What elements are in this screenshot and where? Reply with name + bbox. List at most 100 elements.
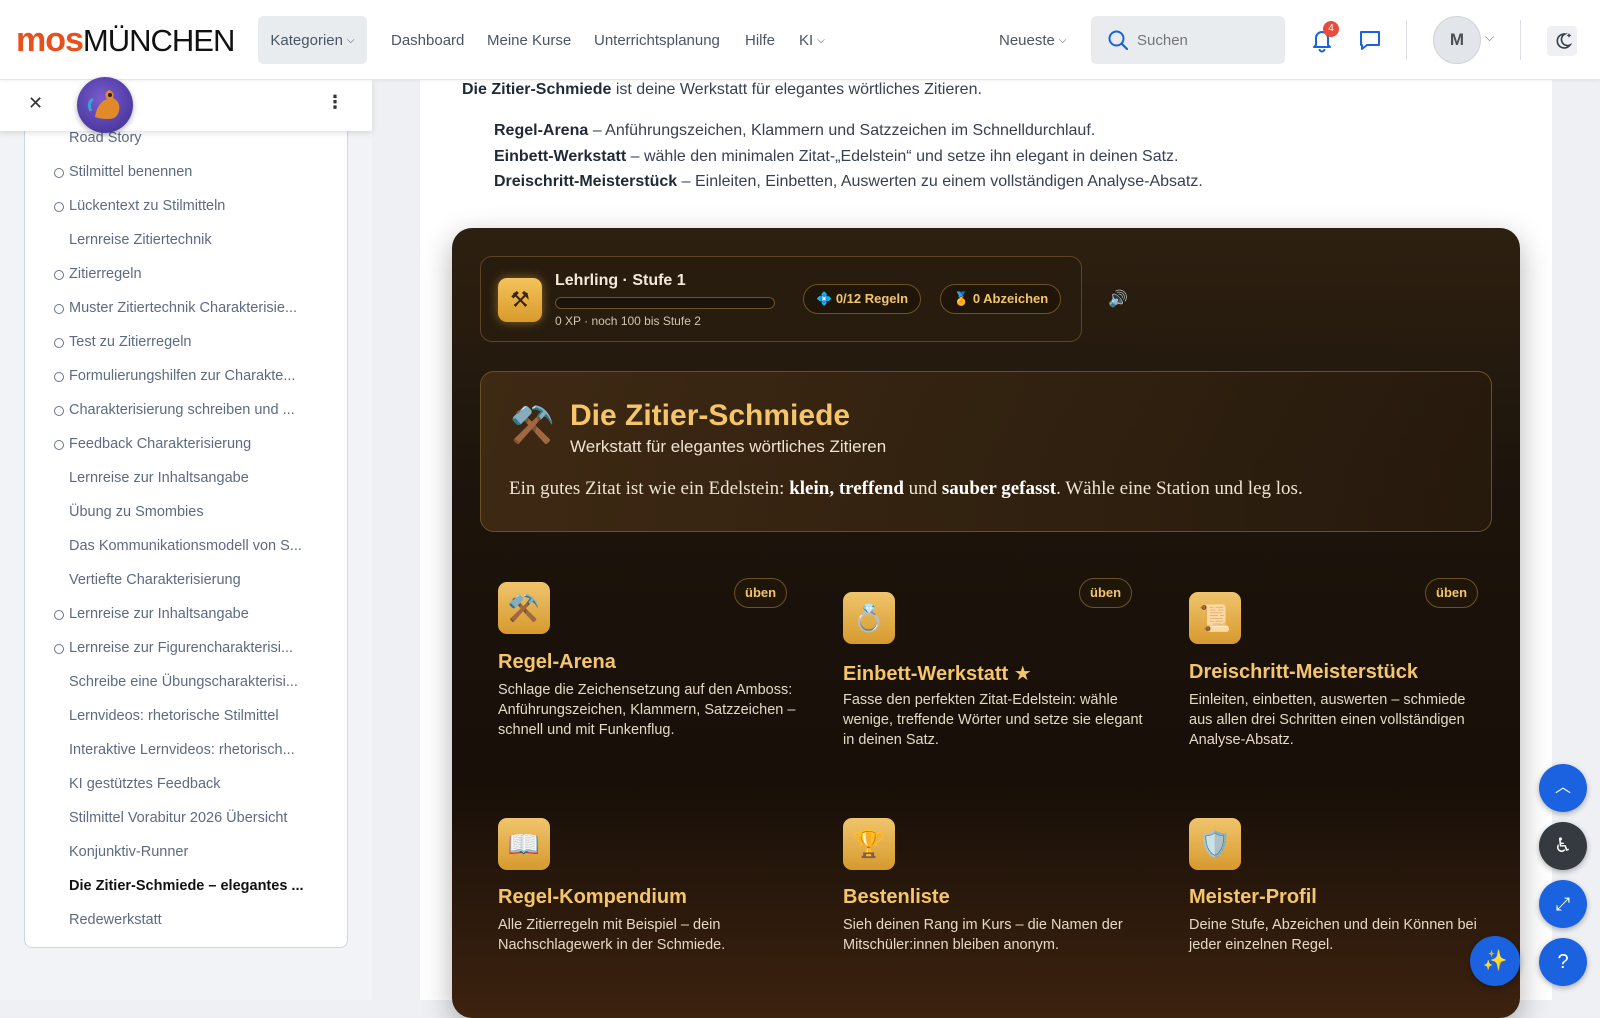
sidebar-item[interactable]: Lernvideos: rhetorische Stilmittel	[69, 708, 279, 724]
scroll-top-button[interactable]: ︿	[1539, 764, 1587, 812]
sidebar-item[interactable]: Lernreise zur Figurencharakterisi...	[69, 640, 293, 656]
hero-text-part: . Wähle eine Station und leg los.	[1056, 478, 1303, 499]
card-icon: 💍	[843, 592, 895, 644]
card-description: Einleiten, einbetten, auswerten – schmie…	[1189, 692, 1466, 748]
nav-meine-kurse-label: Meine Kurse	[487, 31, 572, 49]
sidebar-item[interactable]: Stilmittel Vorabitur 2026 Übersicht	[69, 810, 287, 826]
practice-tag[interactable]: üben	[734, 578, 788, 608]
card-description: Fasse den perfekten Zitat-Edelstein: wäh…	[843, 692, 1143, 748]
nav-unterrichtsplanung[interactable]: Unterrichtsplanung	[594, 16, 720, 64]
intro-lead-bold: Die Zitier-Schmiede	[462, 81, 612, 98]
sidebar-item[interactable]: Lernreise zur Inhaltsangabe	[69, 606, 249, 622]
card-title[interactable]: Regel-Kompendium	[498, 886, 687, 909]
card-description: Deine Stufe, Abzeichen und dein Können b…	[1189, 917, 1477, 953]
card-title[interactable]: Einbett-Werkstatt ★	[843, 661, 1032, 686]
status-circle-icon	[54, 372, 64, 382]
sidebar-item[interactable]: Charakterisierung schreiben und ...	[69, 402, 295, 418]
sidebar-item[interactable]: Die Zitier-Schmiede – elegantes ...	[69, 878, 304, 894]
accessibility-button[interactable]: ♿	[1539, 822, 1587, 870]
drawer-header: ✕ ⋮	[0, 80, 372, 131]
rules-pill: 💠 0/12 Regeln	[803, 284, 922, 314]
help-icon: ?	[1557, 951, 1569, 973]
sort-label: Neueste	[999, 31, 1055, 49]
ai-magic-button[interactable]: ✨	[1470, 936, 1520, 986]
rules-pill-label: 0/12 Regeln	[835, 291, 909, 306]
sidebar-item[interactable]: Feedback Charakterisierung	[69, 436, 251, 452]
mascot-dragon-icon	[87, 90, 120, 119]
bullet-text: – Anführungszeichen, Klammern und Satzze…	[588, 122, 1096, 139]
intro-bullet: Einbett-Werkstatt – wähle den minimalen …	[494, 148, 1179, 166]
status-circle-icon	[54, 202, 64, 212]
mascot-avatar-icon[interactable]	[77, 77, 133, 133]
practice-tag[interactable]: üben	[1425, 578, 1479, 608]
card-title[interactable]: Regel-Arena	[498, 651, 616, 674]
fullscreen-button[interactable]: ⤢	[1539, 880, 1587, 928]
sidebar-item[interactable]: Lernreise Zitiertechnik	[69, 232, 212, 248]
sidebar-item[interactable]: Übung zu Smombies	[69, 504, 204, 520]
hammer-pick-icon: ⚒️	[510, 404, 555, 445]
sidebar-item[interactable]: Lernreise zur Inhaltsangabe	[69, 470, 249, 486]
card-title[interactable]: Bestenliste	[843, 886, 950, 909]
nav-hilfe[interactable]: Hilfe	[745, 16, 775, 64]
sidebar-item[interactable]: Vertiefte Charakterisierung	[69, 572, 241, 588]
nav-kategorien[interactable]: Kategorien ⌵	[258, 16, 367, 64]
hero-text-bold: klein, treffend	[789, 478, 904, 499]
nav-meine-kurse[interactable]: Meine Kurse	[487, 16, 571, 64]
status-circle-icon	[54, 338, 64, 348]
sidebar-item[interactable]: Redewerkstatt	[69, 912, 162, 928]
badges-pill-label: 0 Abzeichen	[972, 291, 1049, 306]
search-input[interactable]	[1137, 28, 1277, 52]
card-icon: 📜	[1189, 592, 1241, 644]
level-label: Lehrling · Stufe 1	[555, 272, 686, 289]
sidebar-item[interactable]: Stilmittel benennen	[69, 164, 192, 180]
card-icon: 🏆	[843, 818, 895, 870]
status-circle-icon	[54, 440, 64, 450]
nav-kategorien-label: Kategorien	[270, 31, 343, 49]
logo-brand: mos	[16, 21, 84, 59]
sidebar-item[interactable]: Muster Zitiertechnik Charakterisie...	[69, 300, 297, 316]
sidebar-item[interactable]: Konjunktiv-Runner	[69, 844, 188, 860]
chevron-down-icon: ⌵	[1058, 34, 1067, 46]
speaker-icon[interactable]: 🔊	[1108, 289, 1128, 309]
chevron-down-icon[interactable]: ⌵	[1485, 30, 1494, 45]
sidebar-item[interactable]: Lückentext zu Stilmitteln	[69, 198, 225, 214]
sidebar-item[interactable]: Test zu Zitierregeln	[69, 334, 192, 350]
top-navbar: mosMÜNCHEN Kategorien ⌵ Dashboard Meine K…	[0, 0, 1600, 80]
site-logo[interactable]: mosMÜNCHEN	[16, 21, 235, 59]
search-box[interactable]	[1091, 16, 1285, 64]
bullet-title: Dreischritt-Meisterstück	[494, 173, 678, 190]
sidebar-item[interactable]: Das Kommunikationsmodell von S...	[69, 538, 302, 554]
card-icon: 📖	[498, 818, 550, 870]
bullet-title: Regel-Arena	[494, 122, 589, 139]
notification-badge: 4	[1323, 21, 1339, 37]
sidebar-item[interactable]: Zitierregeln	[69, 266, 142, 282]
card-title[interactable]: Dreischritt-Meisterstück	[1189, 661, 1418, 684]
sort-dropdown[interactable]: Neueste ⌵	[999, 16, 1066, 64]
sidebar-item[interactable]: Formulierungshilfen zur Charakte...	[69, 368, 295, 384]
message-icon[interactable]	[1356, 26, 1384, 54]
sidebar-item[interactable]: Interaktive Lernvideos: rhetorisch...	[69, 742, 295, 758]
practice-tag[interactable]: üben	[1079, 578, 1133, 608]
sidebar-item[interactable]: KI gestütztes Feedback	[69, 776, 221, 792]
bullet-text: – wähle den minimalen Zitat-„Edelstein“ …	[626, 148, 1179, 165]
sidebar-item[interactable]: Schreibe eine Übungscharakterisi...	[69, 674, 298, 690]
course-index-tree: Road Story Stilmittel benennen Lückentext …	[24, 120, 348, 948]
status-circle-icon	[54, 304, 64, 314]
nav-hilfe-label: Hilfe	[745, 31, 776, 49]
more-options-icon[interactable]: ⋮	[326, 92, 344, 113]
badges-pill: 🏅 0 Abzeichen	[940, 284, 1062, 314]
hero-text: Ein gutes Zitat ist wie ein Edelstein: k…	[509, 478, 1303, 500]
moon-icon	[1556, 33, 1573, 49]
status-circle-icon	[54, 610, 64, 620]
nav-dashboard[interactable]: Dashboard	[391, 16, 464, 64]
close-icon[interactable]: ✕	[28, 93, 43, 114]
card-title[interactable]: Meister-Profil	[1189, 886, 1317, 909]
nav-ki[interactable]: KI ⌵	[799, 16, 825, 64]
user-avatar[interactable]: M	[1433, 16, 1481, 64]
magic-wand-icon: ✨	[1482, 950, 1508, 972]
chevron-up-icon: ︿	[1554, 779, 1571, 796]
help-button[interactable]: ?	[1539, 938, 1587, 986]
hammer-pick-icon: ⚒	[498, 278, 542, 322]
dark-mode-toggle[interactable]	[1547, 26, 1577, 56]
xp-progress-bar	[555, 297, 775, 309]
